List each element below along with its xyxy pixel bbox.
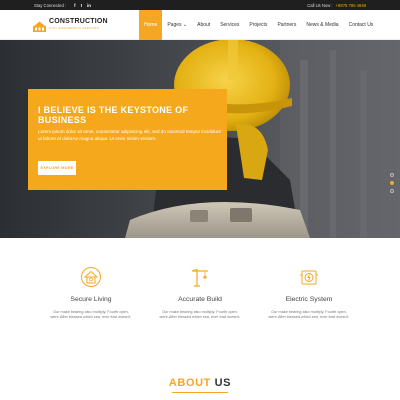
- about-underline: [172, 392, 228, 393]
- stay-connected-label: Stay Connected :: [34, 2, 67, 8]
- call-label: Call Us Now :: [307, 2, 333, 8]
- feature-secure-living: Secure Living Our make bearing also mult…: [36, 266, 146, 320]
- nav-about[interactable]: About: [192, 10, 215, 40]
- nav-contact[interactable]: Contact Us: [344, 10, 379, 40]
- logo-name: CONSTRUCTION: [49, 18, 108, 25]
- features-section: Secure Living Our make bearing also mult…: [0, 238, 400, 400]
- facebook-icon[interactable]: f: [74, 3, 75, 8]
- logo[interactable]: CONSTRUCTION CIVIL ENGINEERING SERVICES: [33, 18, 108, 32]
- main-nav: Home Pages ⌄ About Services Projects Par…: [139, 10, 378, 40]
- house-icon: [80, 266, 102, 288]
- twitter-icon[interactable]: t: [81, 3, 82, 8]
- hero-slider: I BELIEVE IS THE KEYSTONE OF BUSINESS Lo…: [0, 40, 400, 238]
- feature-accurate-build: Accurate Build Our make bearing also mul…: [145, 266, 255, 320]
- about-word-1: ABOUT: [168, 377, 211, 389]
- linkedin-icon[interactable]: in: [87, 3, 91, 8]
- top-bar: Stay Connected : f t in Call Us Now : +8…: [0, 0, 400, 10]
- hero-card: I BELIEVE IS THE KEYSTONE OF BUSINESS Lo…: [28, 89, 227, 190]
- nav-home[interactable]: Home: [139, 10, 163, 40]
- about-heading: ABOUT US: [0, 377, 400, 389]
- feature-desc: Our make bearing also multiply. Fourth o…: [159, 310, 241, 319]
- nav-projects[interactable]: Projects: [244, 10, 272, 40]
- logo-icon: [33, 19, 46, 32]
- hero-text: Lorem ipsum dolor sit amet, consectetur …: [38, 129, 221, 141]
- feature-desc: Our make bearing also multiply. Fourth o…: [50, 310, 132, 319]
- site-header: CONSTRUCTION CIVIL ENGINEERING SERVICES …: [0, 10, 400, 40]
- nav-pages[interactable]: Pages ⌄: [162, 10, 192, 40]
- slider-dots: [390, 173, 394, 193]
- crane-icon: [189, 266, 211, 288]
- explore-more-button[interactable]: EXPLORE MORE: [38, 161, 76, 175]
- phone-number[interactable]: +8875 785 4848: [336, 3, 366, 8]
- nav-news-media[interactable]: News & Media: [301, 10, 343, 40]
- nav-partners[interactable]: Partners: [272, 10, 301, 40]
- about-word-2: US: [214, 377, 232, 389]
- slider-dot[interactable]: [390, 173, 394, 177]
- logo-tagline: CIVIL ENGINEERING SERVICES: [49, 26, 99, 30]
- slider-dot-active[interactable]: [390, 181, 394, 185]
- electric-icon: [298, 266, 320, 288]
- nav-services[interactable]: Services: [215, 10, 244, 40]
- feature-title: Electric System: [285, 296, 333, 303]
- hero-title: I BELIEVE IS THE KEYSTONE OF BUSINESS: [38, 105, 189, 125]
- social-links: f t in: [74, 3, 91, 8]
- feature-electric-system: Electric System Our make bearing also mu…: [254, 266, 364, 320]
- feature-desc: Our make bearing also multiply. Fourth o…: [268, 310, 350, 319]
- slider-dot[interactable]: [390, 189, 394, 193]
- feature-title: Accurate Build: [178, 296, 222, 303]
- feature-title: Secure Living: [70, 296, 112, 303]
